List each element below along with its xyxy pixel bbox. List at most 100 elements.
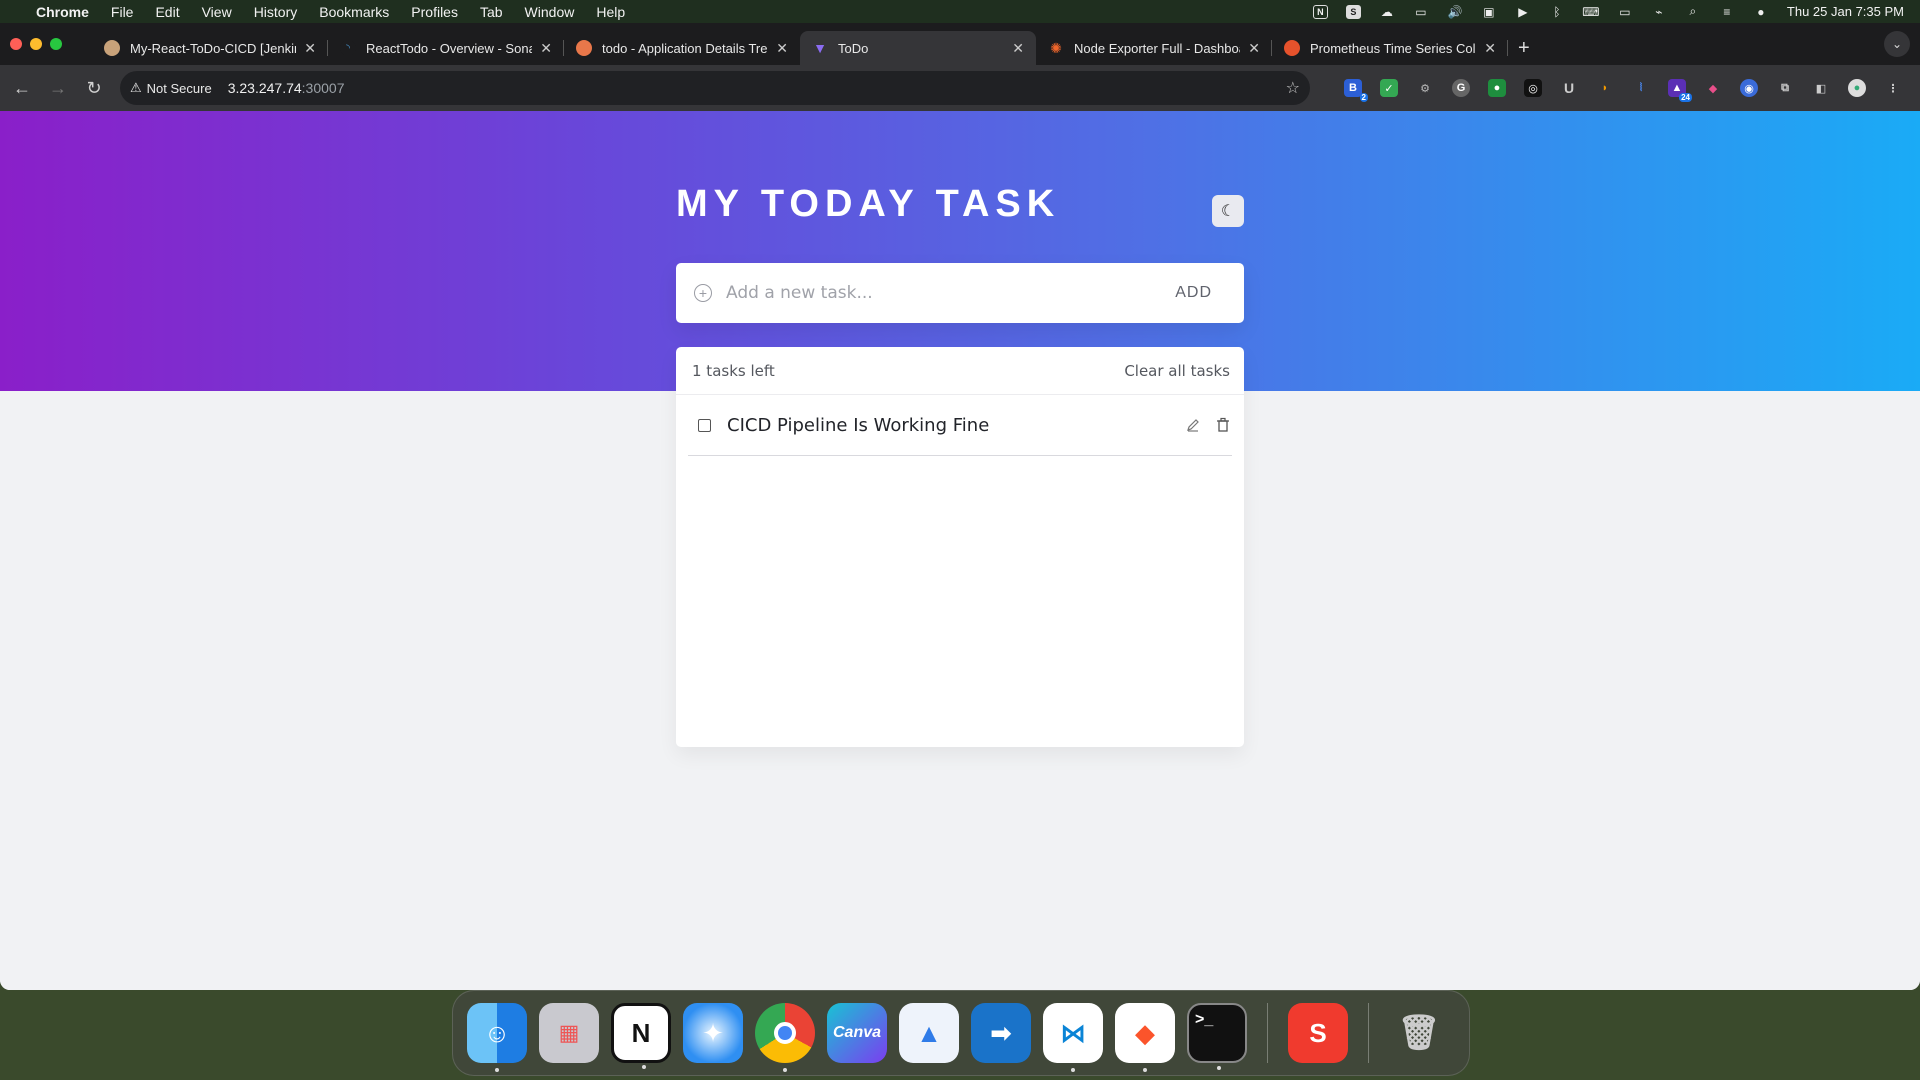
close-tab-icon[interactable]: ✕ — [1484, 40, 1496, 57]
grammarly-extension-icon[interactable]: G — [1452, 79, 1470, 97]
keyboard-icon[interactable]: ⌨ — [1582, 5, 1599, 19]
running-indicator — [1217, 1066, 1221, 1070]
menu-edit[interactable]: Edit — [155, 4, 179, 20]
running-indicator — [1071, 1068, 1075, 1072]
trash-bin-icon[interactable]: 🗑 — [1389, 1003, 1449, 1063]
close-tab-icon[interactable]: ✕ — [1012, 40, 1024, 57]
jenkins-favicon-icon — [104, 40, 120, 56]
sketchbook-dock-icon[interactable]: S — [1288, 1003, 1348, 1063]
battery-icon[interactable]: ▭ — [1617, 5, 1633, 19]
menu-window[interactable]: Window — [525, 4, 575, 20]
calendar-extension-icon[interactable]: ▲ 24 — [1668, 79, 1692, 102]
wifi-off-icon[interactable]: ⌁ — [1651, 5, 1667, 19]
notion-status-icon[interactable]: N — [1312, 4, 1328, 19]
macos-menubar: Chrome File Edit View History Bookmarks … — [0, 0, 1920, 23]
puzzle-extensions-icon[interactable]: ⧉ — [1776, 79, 1794, 97]
security-indicator[interactable]: ⚠ Not Secure — [130, 80, 222, 96]
task-list-header: 1 tasks left Clear all tasks — [676, 347, 1244, 395]
adblock-extension-icon[interactable]: ● — [1488, 79, 1506, 97]
new-task-input[interactable] — [726, 283, 1176, 303]
launchpad-dock-icon[interactable]: ▦ — [539, 1003, 599, 1063]
safari-compass-icon[interactable]: ✦ — [683, 1003, 743, 1063]
tab-search-icon[interactable]: ⌄ — [1884, 31, 1910, 57]
tab-argocd[interactable]: todo - Application Details Tree ✕ — [564, 31, 800, 65]
add-circle-icon: + — [694, 284, 712, 302]
menu-profiles[interactable]: Profiles — [411, 4, 458, 20]
spotlight-search-icon[interactable]: ⌕ — [1685, 4, 1701, 19]
screen-mirroring-icon[interactable]: ▣ — [1481, 5, 1497, 19]
remote-desktop-arrow-icon[interactable]: ➡ — [971, 1003, 1031, 1063]
menu-help[interactable]: Help — [596, 4, 625, 20]
add-button[interactable]: ADD — [1175, 284, 1212, 302]
profile-avatar[interactable]: ● — [1848, 79, 1866, 97]
vscode-dock-icon[interactable]: ⋈ — [1043, 1003, 1103, 1072]
tab-title: Node Exporter Full - Dashboard — [1074, 40, 1241, 56]
tab-grafana[interactable]: ✺ Node Exporter Full - Dashboard ✕ — [1036, 31, 1272, 65]
menubar-clock[interactable]: Thu 25 Jan 7:35 PM — [1787, 4, 1904, 19]
sketch-status-icon[interactable]: S — [1345, 4, 1361, 19]
spark-mail-icon[interactable]: ▲ — [899, 1003, 959, 1063]
tab-todo[interactable]: ▼ ToDo ✕ — [800, 31, 1036, 65]
kebab-menu-icon[interactable]: ⋮ — [1884, 79, 1902, 97]
forward-arrow-icon[interactable]: → — [48, 78, 68, 99]
address-bar[interactable]: ⚠ Not Secure 3.23.247.74 :30007 ☆ — [120, 71, 1310, 105]
close-tab-icon[interactable]: ✕ — [540, 40, 552, 57]
clear-all-button[interactable]: Clear all tasks — [1124, 362, 1230, 380]
wave-extension-icon[interactable]: ⦚ — [1632, 79, 1650, 97]
new-tab-button[interactable]: + — [1518, 31, 1530, 65]
chrome-window: My-React-ToDo-CICD [Jenkins] ✕ ◝ ReactTo… — [0, 23, 1920, 990]
menu-file[interactable]: File — [111, 4, 134, 20]
volume-icon[interactable]: 🔊 — [1447, 5, 1463, 19]
zoom-window-button[interactable] — [50, 38, 62, 50]
tab-sonarqube[interactable]: ◝ ReactTodo - Overview - SonarQube ✕ — [328, 31, 564, 65]
edit-pencil-icon[interactable] — [1184, 416, 1202, 434]
chrome-dock-icon[interactable] — [755, 1003, 815, 1072]
display-icon[interactable]: ▭ — [1413, 5, 1429, 19]
play-icon[interactable]: ▶ — [1515, 5, 1531, 19]
close-tab-icon[interactable]: ✕ — [1248, 40, 1260, 57]
cloud-icon[interactable]: ☁ — [1379, 5, 1395, 19]
url-port: :30007 — [301, 80, 345, 96]
compass-extension-icon[interactable]: ◉ — [1740, 79, 1758, 97]
shield-extension-icon[interactable]: ✓ — [1380, 79, 1398, 97]
bitwarden-extension-icon[interactable]: B2 — [1344, 79, 1368, 102]
siri-icon[interactable]: ● — [1753, 5, 1769, 19]
finder-dock-icon[interactable]: ☺ — [467, 1003, 527, 1072]
back-arrow-icon[interactable]: ← — [12, 78, 32, 99]
tab-title: ReactTodo - Overview - SonarQube — [366, 40, 533, 56]
tab-jenkins[interactable]: My-React-ToDo-CICD [Jenkins] ✕ — [92, 31, 328, 65]
running-indicator — [1143, 1068, 1147, 1072]
tab-prometheus[interactable]: Prometheus Time Series Collection ✕ — [1272, 31, 1508, 65]
argocd-favicon-icon — [576, 40, 592, 56]
terminal-prompt-icon[interactable]: >_ — [1187, 1003, 1247, 1070]
close-window-button[interactable] — [10, 38, 22, 50]
menu-view[interactable]: View — [202, 4, 232, 20]
notion-dock-icon[interactable]: N — [611, 1003, 671, 1069]
bookmark-star-icon[interactable]: ☆ — [1286, 78, 1300, 98]
control-center-icon[interactable]: ≡ — [1719, 5, 1735, 19]
gear-extension-icon[interactable]: ⚙ — [1416, 79, 1434, 97]
url-host: 3.23.247.74 — [227, 80, 302, 96]
chatgpt-extension-icon[interactable]: ◎ — [1524, 79, 1542, 97]
side-panel-icon[interactable]: ◧ — [1812, 79, 1830, 97]
metamask-extension-icon[interactable]: ◗ — [1596, 79, 1614, 97]
menu-history[interactable]: History — [254, 4, 298, 20]
menubar-app-name[interactable]: Chrome — [36, 4, 89, 20]
bluetooth-icon[interactable]: ᛒ — [1549, 5, 1565, 19]
colorzilla-extension-icon[interactable]: ◆ — [1704, 79, 1722, 97]
minimize-window-button[interactable] — [30, 38, 42, 50]
menu-tab[interactable]: Tab — [480, 4, 503, 20]
task-checkbox[interactable] — [698, 418, 711, 432]
reload-icon[interactable]: ↻ — [84, 78, 104, 99]
grafana-favicon-icon: ✺ — [1050, 39, 1062, 56]
dock-divider — [1368, 1003, 1369, 1063]
close-tab-icon[interactable]: ✕ — [304, 40, 316, 57]
menu-bookmarks[interactable]: Bookmarks — [319, 4, 389, 20]
canva-dock-icon[interactable]: Canva — [827, 1003, 887, 1063]
ublock-extension-icon[interactable]: U — [1560, 79, 1578, 97]
brave-lion-icon[interactable]: ◆ — [1115, 1003, 1175, 1072]
trash-icon[interactable] — [1214, 416, 1232, 434]
theme-toggle-button[interactable]: ☾ — [1212, 195, 1244, 227]
window-controls — [10, 23, 62, 65]
close-tab-icon[interactable]: ✕ — [776, 40, 788, 57]
